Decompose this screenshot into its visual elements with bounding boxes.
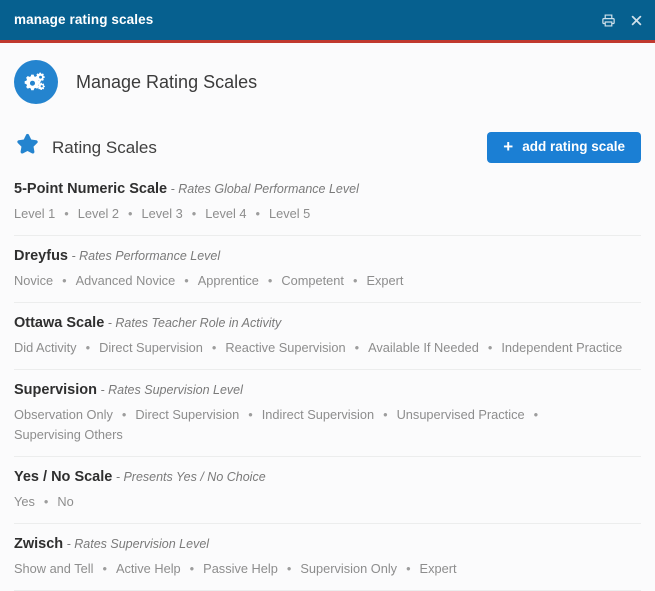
rating-scale-description: - Rates Supervision Level	[63, 536, 210, 551]
rating-scale-heading: Yes / No Scale - Presents Yes / No Choic…	[14, 468, 641, 486]
rating-scale-levels: Novice • Advanced Novice • Apprentice • Compet…	[14, 271, 641, 291]
rating-scale-level: Passive Help	[203, 560, 278, 576]
level-separator-dot: •	[191, 206, 197, 222]
level-separator-dot: •	[286, 560, 292, 576]
rating-scale-name: Supervision	[14, 381, 97, 398]
printer-icon[interactable]	[601, 13, 616, 28]
rating-scale-name: Ottawa Scale	[14, 314, 105, 331]
rating-scale-level: No	[57, 493, 74, 509]
rating-scale-description: - Presents Yes / No Choice	[112, 469, 266, 484]
close-icon[interactable]	[630, 14, 643, 27]
level-separator-dot: •	[354, 340, 360, 356]
level-separator-dot: •	[184, 273, 189, 289]
rating-scale-row[interactable]: Dreyfus - Rates Performance Level Novice •…	[14, 236, 641, 303]
rating-scale-level: Supervision Only	[300, 560, 398, 576]
rating-scale-level: Active Help	[115, 560, 181, 576]
rating-scale-level: Yes	[14, 493, 35, 509]
rating-scale-description: - Rates Global Performance Level	[167, 182, 359, 196]
level-separator-dot: •	[487, 340, 493, 356]
level-separator-dot: •	[406, 560, 411, 576]
rating-scale-name: 5-Point Numeric Scale	[14, 181, 168, 197]
rating-scale-level: Available If Needed	[368, 340, 479, 356]
rating-scale-level: Level 2	[77, 206, 120, 222]
level-separator-dot: •	[211, 340, 217, 356]
rating-scale-level: Observation Only	[14, 406, 113, 422]
rating-scale-level: Expert	[366, 273, 404, 289]
rating-scale-row[interactable]: Supervision - Rates Supervision Level Obs…	[14, 370, 641, 457]
rating-scale-level: Independent Practice	[501, 340, 623, 356]
rating-scale-level: Level 1	[14, 206, 56, 222]
rating-scale-row[interactable]: Ottawa Scale - Rates Teacher Role in Act…	[14, 303, 641, 370]
level-separator-dot: •	[43, 493, 49, 509]
rating-scale-level: Supervising Others	[14, 426, 123, 442]
rating-scale-level: Indirect Supervision	[261, 406, 375, 422]
section-title: Rating Scales	[52, 137, 157, 157]
rating-scale-name: Zwisch	[14, 535, 64, 552]
rating-scale-levels: Show and Tell • Active Help • Passive Help • S…	[14, 559, 641, 579]
rating-scale-level: Unsupervised Practice	[396, 406, 525, 422]
rating-scale-row[interactable]: 5-Point Numeric Scale - Rates Global Per…	[14, 180, 641, 236]
rating-scale-levels: Yes • No	[14, 492, 641, 512]
rating-scale-heading: Ottawa Scale - Rates Teacher Role in Act…	[14, 314, 641, 332]
rating-scale-level: Level 5	[269, 206, 311, 222]
rating-scale-levels: Observation Only • Direct Supervision • Indi…	[14, 405, 641, 445]
rating-scale-levels: Level 1 • Level 2 • Level 3 • Level 4 • Level 5	[14, 204, 641, 224]
rating-scale-level: Direct Supervision	[135, 406, 240, 422]
rating-scale-level: Advanced Novice	[75, 273, 176, 289]
add-rating-scale-label: add rating scale	[522, 139, 625, 155]
level-separator-dot: •	[267, 273, 273, 289]
rating-scale-description: - Rates Supervision Level	[97, 382, 243, 397]
rating-scale-level: Expert	[419, 560, 457, 576]
titlebar-actions	[601, 13, 643, 28]
level-separator-dot: •	[248, 406, 253, 422]
rating-scale-level: Level 4	[205, 206, 247, 222]
level-separator-dot: •	[121, 406, 127, 422]
section-header: Rating Scales + add rating scale	[0, 120, 655, 168]
plus-icon: +	[503, 136, 514, 156]
rating-scale-level: Novice	[14, 273, 54, 289]
add-rating-scale-button[interactable]: + add rating scale	[487, 131, 641, 163]
rating-scale-level: Level 3	[141, 206, 183, 222]
rating-scale-level: Competent	[281, 273, 344, 289]
rating-scale-heading: Supervision - Rates Supervision Level	[14, 381, 641, 399]
rating-scale-heading: Dreyfus - Rates Performance Level	[14, 247, 641, 265]
rating-scale-heading: 5-Point Numeric Scale - Rates Global Per…	[14, 180, 641, 198]
page-header: Manage Rating Scales	[0, 43, 655, 120]
rating-scale-levels: Did Activity • Direct Supervision • Reactive…	[14, 338, 641, 358]
window-titlebar: manage rating scales	[0, 0, 655, 40]
rating-scale-name: Dreyfus	[14, 247, 68, 264]
rating-scale-level: Apprentice	[197, 273, 259, 289]
rating-scale-description: - Rates Teacher Role in Activity	[104, 315, 282, 330]
level-separator-dot: •	[62, 273, 67, 289]
level-separator-dot: •	[189, 560, 195, 576]
level-separator-dot: •	[102, 560, 107, 576]
window-title: manage rating scales	[14, 12, 154, 28]
rating-scale-level: Reactive Supervision	[225, 340, 346, 356]
rating-scale-level: Show and Tell	[14, 560, 94, 576]
cogs-icon	[14, 60, 58, 104]
level-separator-dot: •	[352, 273, 358, 289]
level-separator-dot: •	[533, 406, 539, 422]
rating-scale-name: Yes / No Scale	[14, 468, 113, 485]
level-separator-dot: •	[64, 206, 69, 222]
level-separator-dot: •	[128, 206, 133, 222]
level-separator-dot: •	[383, 406, 388, 422]
rating-scale-row[interactable]: Yes / No Scale - Presents Yes / No Choic…	[14, 457, 641, 524]
rating-scale-description: - Rates Performance Level	[68, 248, 221, 263]
star-icon	[14, 131, 41, 163]
level-separator-dot: •	[85, 340, 91, 356]
level-separator-dot: •	[255, 206, 260, 222]
rating-scale-heading: Zwisch - Rates Supervision Level	[14, 535, 641, 553]
page-title: Manage Rating Scales	[76, 72, 258, 92]
rating-scale-row[interactable]: Zwisch - Rates Supervision Level Show and…	[14, 524, 641, 591]
rating-scale-level: Direct Supervision	[99, 340, 203, 356]
rating-scale-level: Did Activity	[14, 340, 77, 356]
